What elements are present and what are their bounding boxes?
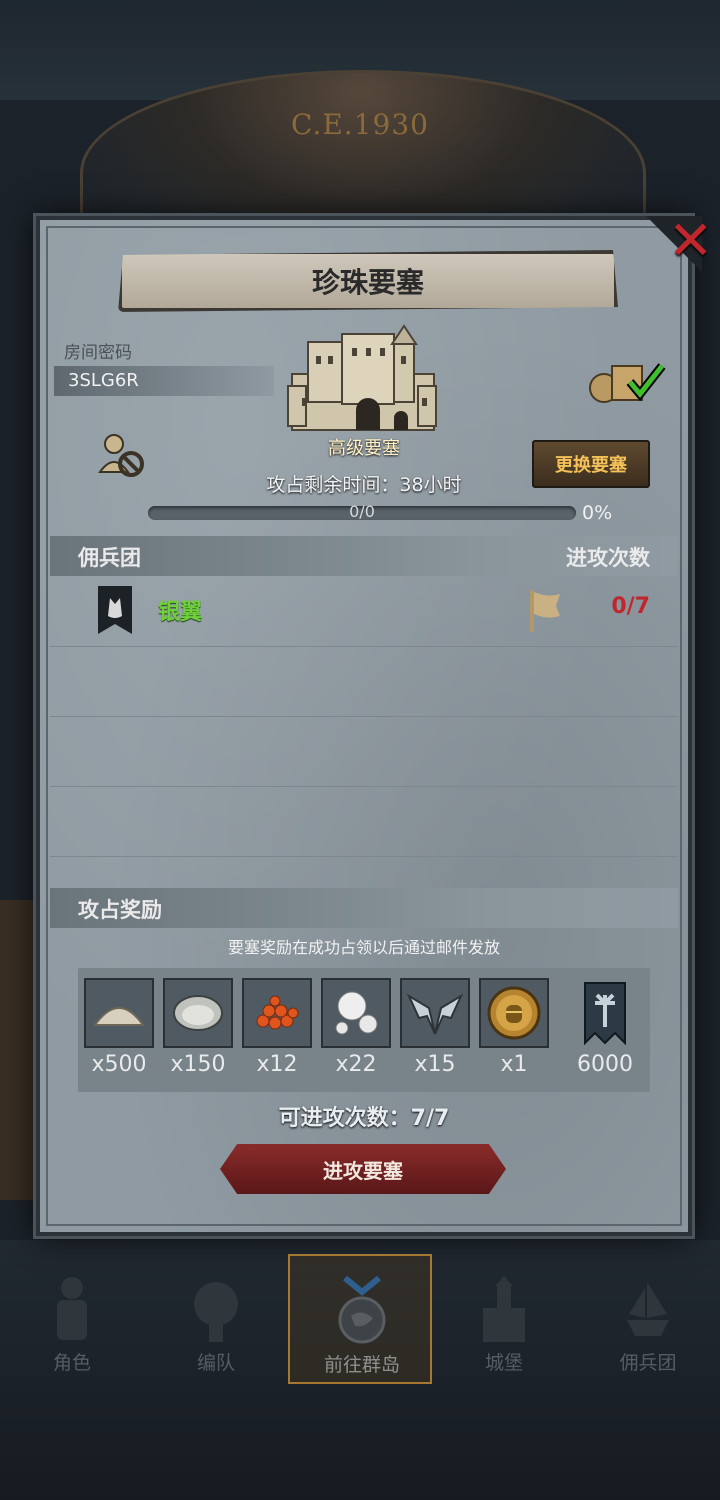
- reward-count: x12: [256, 1052, 298, 1077]
- gold-helmet-coin-icon[interactable]: [479, 978, 549, 1048]
- nav-label: 编队: [196, 1352, 235, 1374]
- guild-banner-icon[interactable]: [568, 978, 642, 1048]
- dialog-title: 珍珠要塞: [311, 266, 424, 299]
- empty-mercenary-row: [50, 786, 678, 857]
- reward-header: 攻占奖励: [78, 898, 162, 922]
- background-left-strip: [0, 900, 34, 1200]
- nav-item-castle[interactable]: 城堡: [432, 1254, 576, 1384]
- reward-item[interactable]: x22: [321, 978, 391, 1077]
- nav-label: 前往群岛: [323, 1354, 400, 1376]
- reward-item[interactable]: x500: [84, 978, 154, 1077]
- islands-compass-icon: [338, 1276, 386, 1344]
- mercenary-attack-count: 0/7: [611, 594, 650, 619]
- reward-count: x500: [91, 1052, 147, 1077]
- reward-item[interactable]: x1: [479, 978, 549, 1077]
- reward-section-header: 攻占奖励: [50, 888, 678, 928]
- wolf-banner-icon: [98, 586, 132, 634]
- nav-label: 城堡: [484, 1352, 523, 1374]
- oyster-icon[interactable]: [163, 978, 233, 1048]
- attack-count-header: 进攻次数: [566, 546, 650, 570]
- title-banner: 珍珠要塞: [118, 250, 618, 312]
- wings-emblem-icon[interactable]: [400, 978, 470, 1048]
- capture-progress-percent: 0%: [582, 502, 613, 524]
- mercenary-section-header: 佣兵团 进攻次数: [50, 536, 678, 576]
- reward-item[interactable]: x150: [163, 978, 233, 1077]
- nav-label: 角色: [52, 1352, 91, 1374]
- room-code-label: 房间密码: [64, 343, 132, 363]
- nav-item-islands[interactable]: 前往群岛: [288, 1254, 432, 1384]
- reward-count: x22: [335, 1052, 377, 1077]
- mercenary-name[interactable]: 银翼: [158, 594, 202, 626]
- close-icon[interactable]: ✕: [668, 214, 713, 268]
- nav-item-formation[interactable]: 编队: [144, 1254, 288, 1384]
- reward-item[interactable]: x12: [242, 978, 312, 1077]
- reward-item[interactable]: 6000: [568, 978, 642, 1077]
- knight-icon: [57, 1277, 87, 1340]
- remaining-attempts: 可进攻次数：7/7: [278, 1106, 450, 1131]
- empty-mercenary-row: [50, 716, 678, 787]
- empty-mercenary-row: [50, 646, 678, 717]
- sand-icon[interactable]: [84, 978, 154, 1048]
- attack-fortress-button[interactable]: 进攻要塞: [220, 1144, 506, 1194]
- reward-count: x1: [500, 1052, 528, 1077]
- reward-bag-checked-icon[interactable]: [588, 358, 668, 404]
- fortress-icon: [287, 324, 437, 431]
- room-code: 3SLG6R: [54, 366, 274, 396]
- bottom-nav: 角色 编队 前往群岛 城堡 佣兵团: [0, 1254, 720, 1384]
- pearl-icon[interactable]: [321, 978, 391, 1048]
- mercenary-ship-icon: [627, 1282, 669, 1336]
- nav-item-character[interactable]: 角色: [0, 1254, 144, 1384]
- fortress-dialog: ✕ 珍珠要塞 房间密码 3SLG6R 高级要塞 更换要塞 攻占剩余时间：38小时…: [36, 214, 713, 1236]
- roe-icon[interactable]: [242, 978, 312, 1048]
- nav-item-mercenary[interactable]: 佣兵团: [576, 1254, 720, 1384]
- capture-timer: 攻占剩余时间：38小时: [266, 474, 462, 496]
- mercenary-header: 佣兵团: [78, 546, 141, 570]
- reward-count: x150: [170, 1052, 226, 1077]
- reward-item[interactable]: x15: [400, 978, 470, 1077]
- reward-count: 6000: [577, 1052, 633, 1077]
- reward-count: x15: [414, 1052, 456, 1077]
- capture-progress-bar: 0/0: [148, 502, 576, 521]
- castle-icon: [483, 1276, 525, 1342]
- mercenary-row[interactable]: 银翼 0/7: [50, 576, 678, 647]
- nav-label: 佣兵团: [619, 1352, 677, 1374]
- formation-icon: [194, 1282, 238, 1342]
- capture-progress-label: 0/0: [349, 502, 375, 521]
- flag-icon: [530, 590, 560, 632]
- reward-list: x500 x150 x12 x22 x15 x1 6000: [78, 968, 650, 1092]
- reward-note: 要塞奖励在成功占领以后通过邮件发放: [227, 938, 500, 957]
- background-era-text: C.E.1930: [291, 108, 429, 141]
